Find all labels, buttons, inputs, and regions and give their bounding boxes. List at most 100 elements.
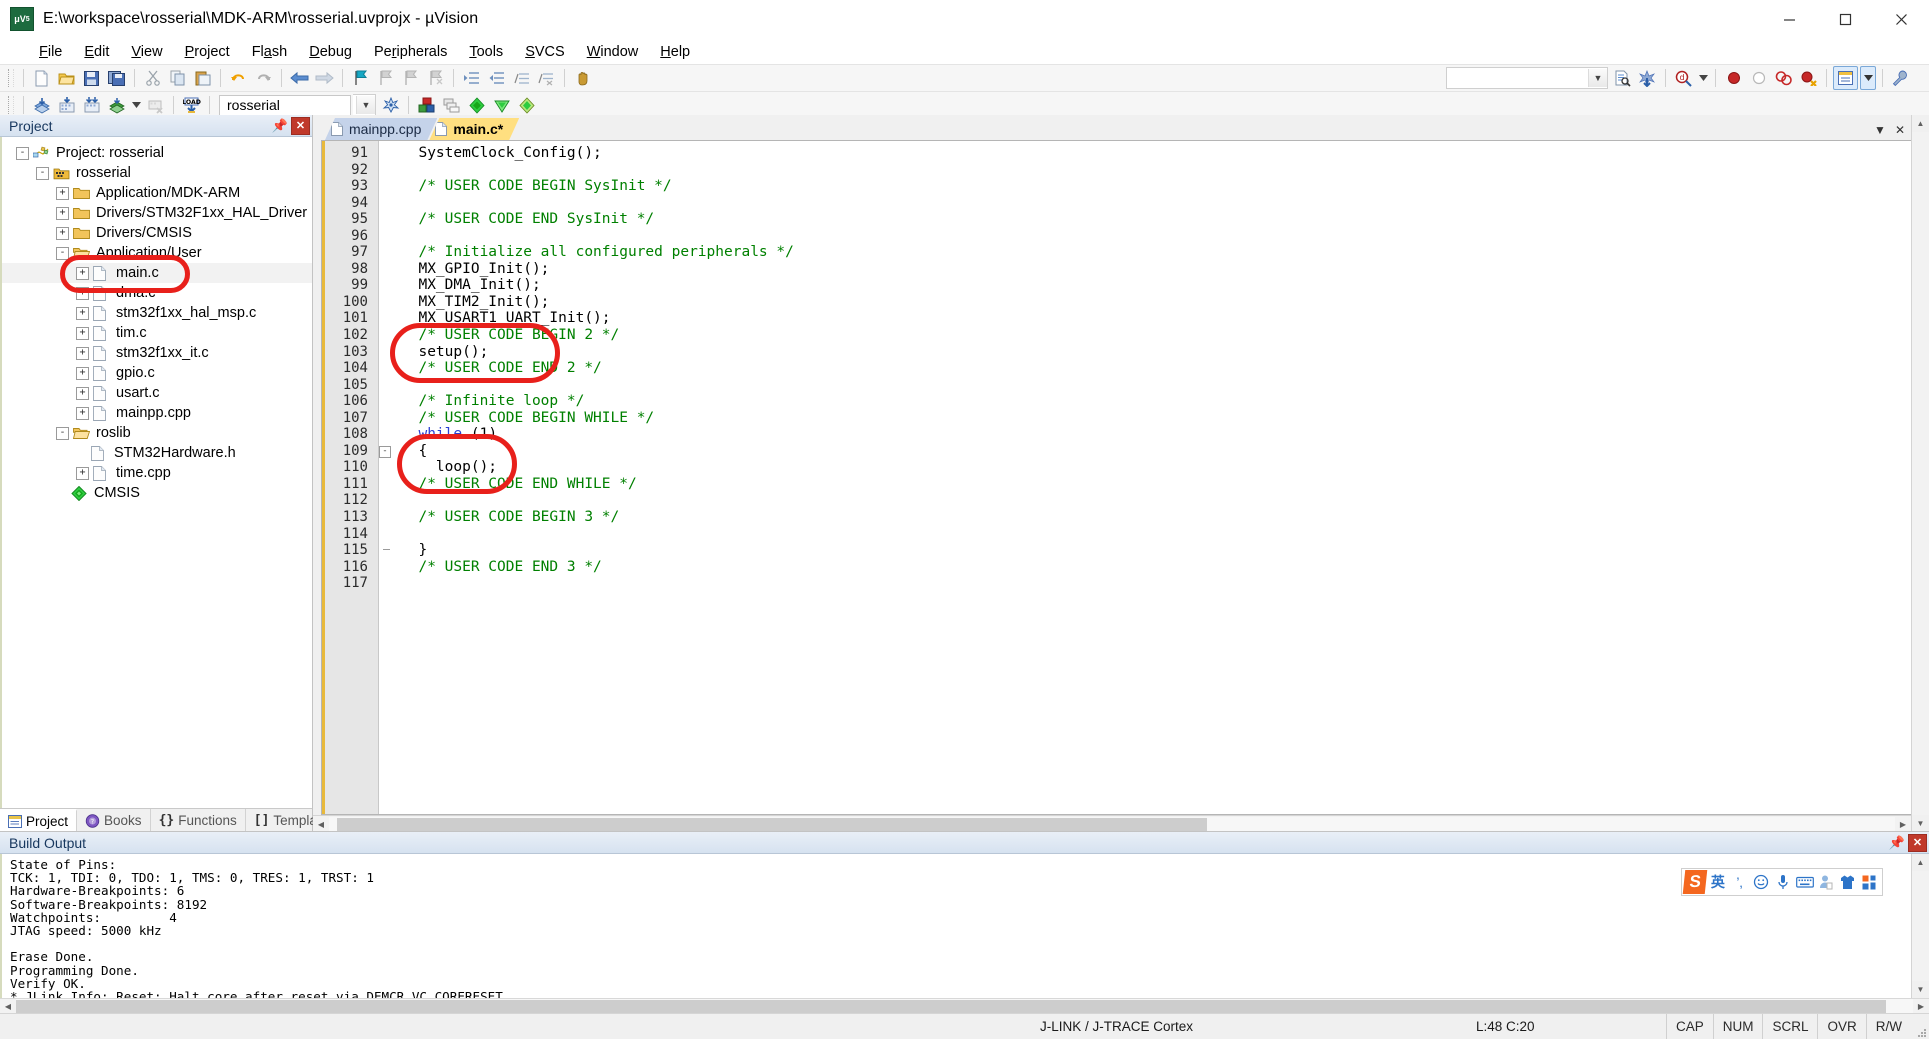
tree-node[interactable]: CMSIS bbox=[2, 483, 312, 503]
minimize-button[interactable] bbox=[1761, 0, 1817, 38]
download-icon[interactable]: LOAD bbox=[180, 94, 203, 116]
scroll-up-icon[interactable]: ▲ bbox=[1912, 854, 1929, 871]
chevron-down-icon[interactable]: ▼ bbox=[1874, 123, 1886, 137]
tree-node[interactable]: STM32Hardware.h bbox=[2, 443, 312, 463]
target-options-icon[interactable] bbox=[379, 94, 402, 116]
menu-debug[interactable]: Debug bbox=[298, 41, 363, 63]
expand-icon[interactable]: + bbox=[76, 346, 89, 360]
expand-icon[interactable]: + bbox=[56, 226, 69, 240]
sogou-logo-icon[interactable]: S bbox=[1682, 870, 1708, 894]
ime-skin-icon[interactable] bbox=[1838, 870, 1859, 894]
indent-icon[interactable] bbox=[460, 67, 483, 89]
menu-peripherals[interactable]: Peripherals bbox=[363, 41, 458, 63]
scroll-down-icon[interactable]: ▼ bbox=[1912, 981, 1929, 998]
manage-run-time-env-icon[interactable] bbox=[415, 94, 438, 116]
redo-icon[interactable] bbox=[252, 67, 275, 89]
bookmark-next-icon[interactable] bbox=[399, 67, 422, 89]
expand-icon[interactable]: + bbox=[76, 386, 89, 400]
close-button[interactable] bbox=[1873, 0, 1929, 38]
search-combo[interactable]: ▼ bbox=[1446, 67, 1608, 89]
pin-icon[interactable]: 📌 bbox=[271, 117, 289, 135]
maximize-button[interactable] bbox=[1817, 0, 1873, 38]
navigate-back-icon[interactable] bbox=[288, 67, 311, 89]
tree-node[interactable]: + tim.c bbox=[2, 323, 312, 343]
ime-voice-icon[interactable] bbox=[1773, 870, 1794, 894]
hscroll-thumb[interactable] bbox=[16, 1000, 1886, 1013]
code-text[interactable]: SystemClock_Config(); /* USER CODE BEGIN… bbox=[393, 141, 1911, 814]
chevron-down-icon[interactable]: ▼ bbox=[356, 96, 375, 114]
expand-icon[interactable]: + bbox=[76, 306, 89, 320]
comment-icon[interactable] bbox=[510, 67, 533, 89]
incremental-find-icon[interactable] bbox=[1636, 67, 1659, 89]
bookmark-clear-icon[interactable] bbox=[424, 67, 447, 89]
expand-icon[interactable]: + bbox=[56, 186, 69, 200]
debug-search-dropdown-icon[interactable] bbox=[1697, 67, 1709, 89]
navigate-forward-icon[interactable] bbox=[313, 67, 336, 89]
tree-node[interactable]: - roslib bbox=[2, 423, 312, 443]
tree-node[interactable]: + main.c bbox=[2, 263, 312, 283]
build-output-vscrollbar[interactable]: ▲ ▼ bbox=[1911, 854, 1929, 998]
build-output-body[interactable]: State of Pins: TCK: 1, TDI: 0, TDO: 1, T… bbox=[0, 854, 1929, 998]
expand-icon[interactable]: + bbox=[56, 206, 69, 220]
menu-help[interactable]: Help bbox=[649, 41, 701, 63]
target-selector-dropdown[interactable]: ▼ bbox=[353, 94, 376, 116]
ime-user-icon[interactable] bbox=[1816, 870, 1837, 894]
cut-icon[interactable] bbox=[141, 67, 164, 89]
manage-windows-dropdown-icon[interactable] bbox=[1860, 66, 1876, 90]
code-editor[interactable]: 91 92 93 94 95 96 97 98 99 100 101 102 103 104 105 106 1… bbox=[321, 140, 1911, 815]
debug-search-icon[interactable]: d bbox=[1672, 67, 1695, 89]
panel-tab-project[interactable]: Project bbox=[0, 809, 78, 832]
manage-multi-project-icon[interactable] bbox=[440, 94, 463, 116]
tree-node[interactable]: + gpio.c bbox=[2, 363, 312, 383]
copy-icon[interactable] bbox=[166, 67, 189, 89]
expand-icon[interactable]: + bbox=[76, 366, 89, 380]
tree-node[interactable]: + stm32f1xx_it.c bbox=[2, 343, 312, 363]
project-tree[interactable]: - Project: rosserial - rosserial + Applicatio… bbox=[0, 137, 312, 808]
ime-language-icon[interactable]: 英 bbox=[1707, 870, 1728, 894]
new-file-icon[interactable] bbox=[30, 67, 53, 89]
rebuild-icon[interactable] bbox=[80, 94, 103, 116]
ime-toolbar[interactable]: S 英 ’‚ bbox=[1681, 868, 1883, 896]
collapse-icon[interactable]: - bbox=[56, 246, 69, 260]
expand-icon[interactable]: + bbox=[76, 266, 89, 280]
menu-file[interactable]: File bbox=[28, 41, 73, 63]
scroll-right-icon[interactable]: ▶ bbox=[1895, 816, 1911, 832]
menu-window[interactable]: Window bbox=[576, 41, 650, 63]
translate-icon[interactable] bbox=[30, 94, 53, 116]
collapse-icon[interactable]: - bbox=[56, 426, 69, 440]
chevron-down-icon[interactable]: ▼ bbox=[1588, 69, 1607, 87]
hscroll-track[interactable] bbox=[16, 999, 1913, 1014]
insert-breakpoint-icon[interactable] bbox=[1722, 67, 1745, 89]
menu-flash[interactable]: Flash bbox=[241, 41, 299, 63]
menu-view[interactable]: View bbox=[120, 41, 173, 63]
hand-icon[interactable] bbox=[571, 67, 594, 89]
pin-icon[interactable]: 📌 bbox=[1888, 834, 1906, 852]
scroll-up-icon[interactable]: ▲ bbox=[1912, 115, 1929, 132]
tree-node[interactable]: + mainpp.cpp bbox=[2, 403, 312, 423]
hscroll-thumb[interactable] bbox=[337, 817, 1207, 831]
expand-icon[interactable]: + bbox=[76, 466, 89, 480]
bookmark-prev-icon[interactable] bbox=[374, 67, 397, 89]
pack-installer-3-icon[interactable] bbox=[515, 94, 538, 116]
menu-svcs[interactable]: SVCS bbox=[514, 41, 576, 63]
editor-hscrollbar[interactable]: ◀ ▶ bbox=[313, 815, 1911, 832]
kill-all-breakpoints-icon[interactable] bbox=[1772, 67, 1795, 89]
resize-grip[interactable] bbox=[1911, 1013, 1929, 1040]
fold-end-icon[interactable] bbox=[381, 545, 391, 555]
editor-tab-main-c[interactable]: main.c* bbox=[429, 118, 519, 140]
expand-icon[interactable]: + bbox=[76, 326, 89, 340]
expand-icon[interactable]: + bbox=[76, 406, 89, 420]
menu-project[interactable]: Project bbox=[174, 41, 241, 63]
build-toolbar-grip[interactable] bbox=[8, 96, 14, 114]
editor-vscrollbar[interactable]: ▲ ▼ bbox=[1911, 115, 1929, 832]
find-in-files-icon[interactable] bbox=[1611, 67, 1634, 89]
scroll-down-icon[interactable]: ▼ bbox=[1912, 815, 1929, 832]
editor-tab-mainpp-cpp[interactable]: mainpp.cpp bbox=[325, 118, 437, 140]
manage-windows-icon[interactable] bbox=[1833, 66, 1858, 90]
hscroll-track[interactable] bbox=[329, 816, 1895, 832]
outdent-icon[interactable] bbox=[485, 67, 508, 89]
scroll-left-icon[interactable]: ◀ bbox=[313, 816, 329, 832]
tree-node[interactable]: - Application/User bbox=[2, 243, 312, 263]
fold-collapse-icon[interactable]: - bbox=[379, 445, 391, 458]
ime-toolbox-icon[interactable] bbox=[1859, 870, 1880, 894]
